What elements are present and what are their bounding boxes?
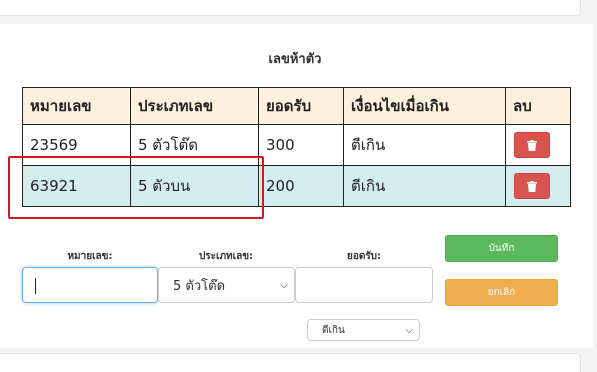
number-input[interactable] xyxy=(22,267,158,303)
column-header-condition: เงื่อนไขเมื่อเกิน xyxy=(343,87,506,125)
chevron-down-icon: ⌵ xyxy=(280,279,288,291)
column-header-delete: ลบ xyxy=(505,87,571,125)
column-header-number: หมายเลข xyxy=(22,87,131,125)
cell-condition: ตีเกิน xyxy=(343,165,506,207)
cell-type: 5 ตัวโต๊ด xyxy=(130,124,259,166)
trash-icon xyxy=(527,139,537,151)
type-select[interactable]: 5 ตัวโต๊ด ⌵ xyxy=(158,267,295,303)
condition-select[interactable]: ตีเกิน ⌵ xyxy=(307,319,420,341)
section-title: เลขห้าตัว xyxy=(268,52,322,67)
delete-button[interactable] xyxy=(514,173,550,199)
cell-number: 63921 xyxy=(22,165,131,207)
cancel-button[interactable]: ยกเลิก xyxy=(445,279,558,306)
number-label: หมายเลข: xyxy=(67,251,113,262)
type-select-value: 5 ตัวโต๊ด xyxy=(173,278,226,294)
table-row: 63921 5 ตัวบน 200 ตีเกิน xyxy=(22,165,571,207)
cell-amount: 300 xyxy=(258,124,344,166)
cell-condition: ตีเกิน xyxy=(343,124,506,166)
text-caret xyxy=(35,278,36,294)
amount-label: ยอดรับ: xyxy=(346,251,382,262)
cell-delete xyxy=(505,165,571,207)
condition-select-value: ตีเกิน xyxy=(322,324,345,336)
type-label: ประเภทเลข: xyxy=(198,251,254,262)
table-row: 23569 5 ตัวโต๊ด 300 ตีเกิน xyxy=(22,124,571,166)
cell-number: 23569 xyxy=(22,124,131,166)
chevron-down-icon: ⌵ xyxy=(405,324,413,336)
amount-input[interactable] xyxy=(295,267,433,303)
top-panel xyxy=(0,0,581,16)
column-header-type: ประเภทเลข xyxy=(130,87,259,125)
cell-delete xyxy=(505,124,571,166)
save-button[interactable]: บันทึก xyxy=(445,235,558,262)
bottom-panel xyxy=(0,353,581,372)
table-header-row: หมายเลข ประเภทเลข ยอดรับ เงื่อนไขเมื่อเก… xyxy=(22,87,571,125)
entries-table: หมายเลข ประเภทเลข ยอดรับ เงื่อนไขเมื่อเก… xyxy=(22,87,571,207)
cell-amount: 200 xyxy=(258,165,344,207)
column-header-amount: ยอดรับ xyxy=(258,87,344,125)
delete-button[interactable] xyxy=(514,132,550,158)
trash-icon xyxy=(527,180,537,192)
cell-type: 5 ตัวบน xyxy=(130,165,259,207)
